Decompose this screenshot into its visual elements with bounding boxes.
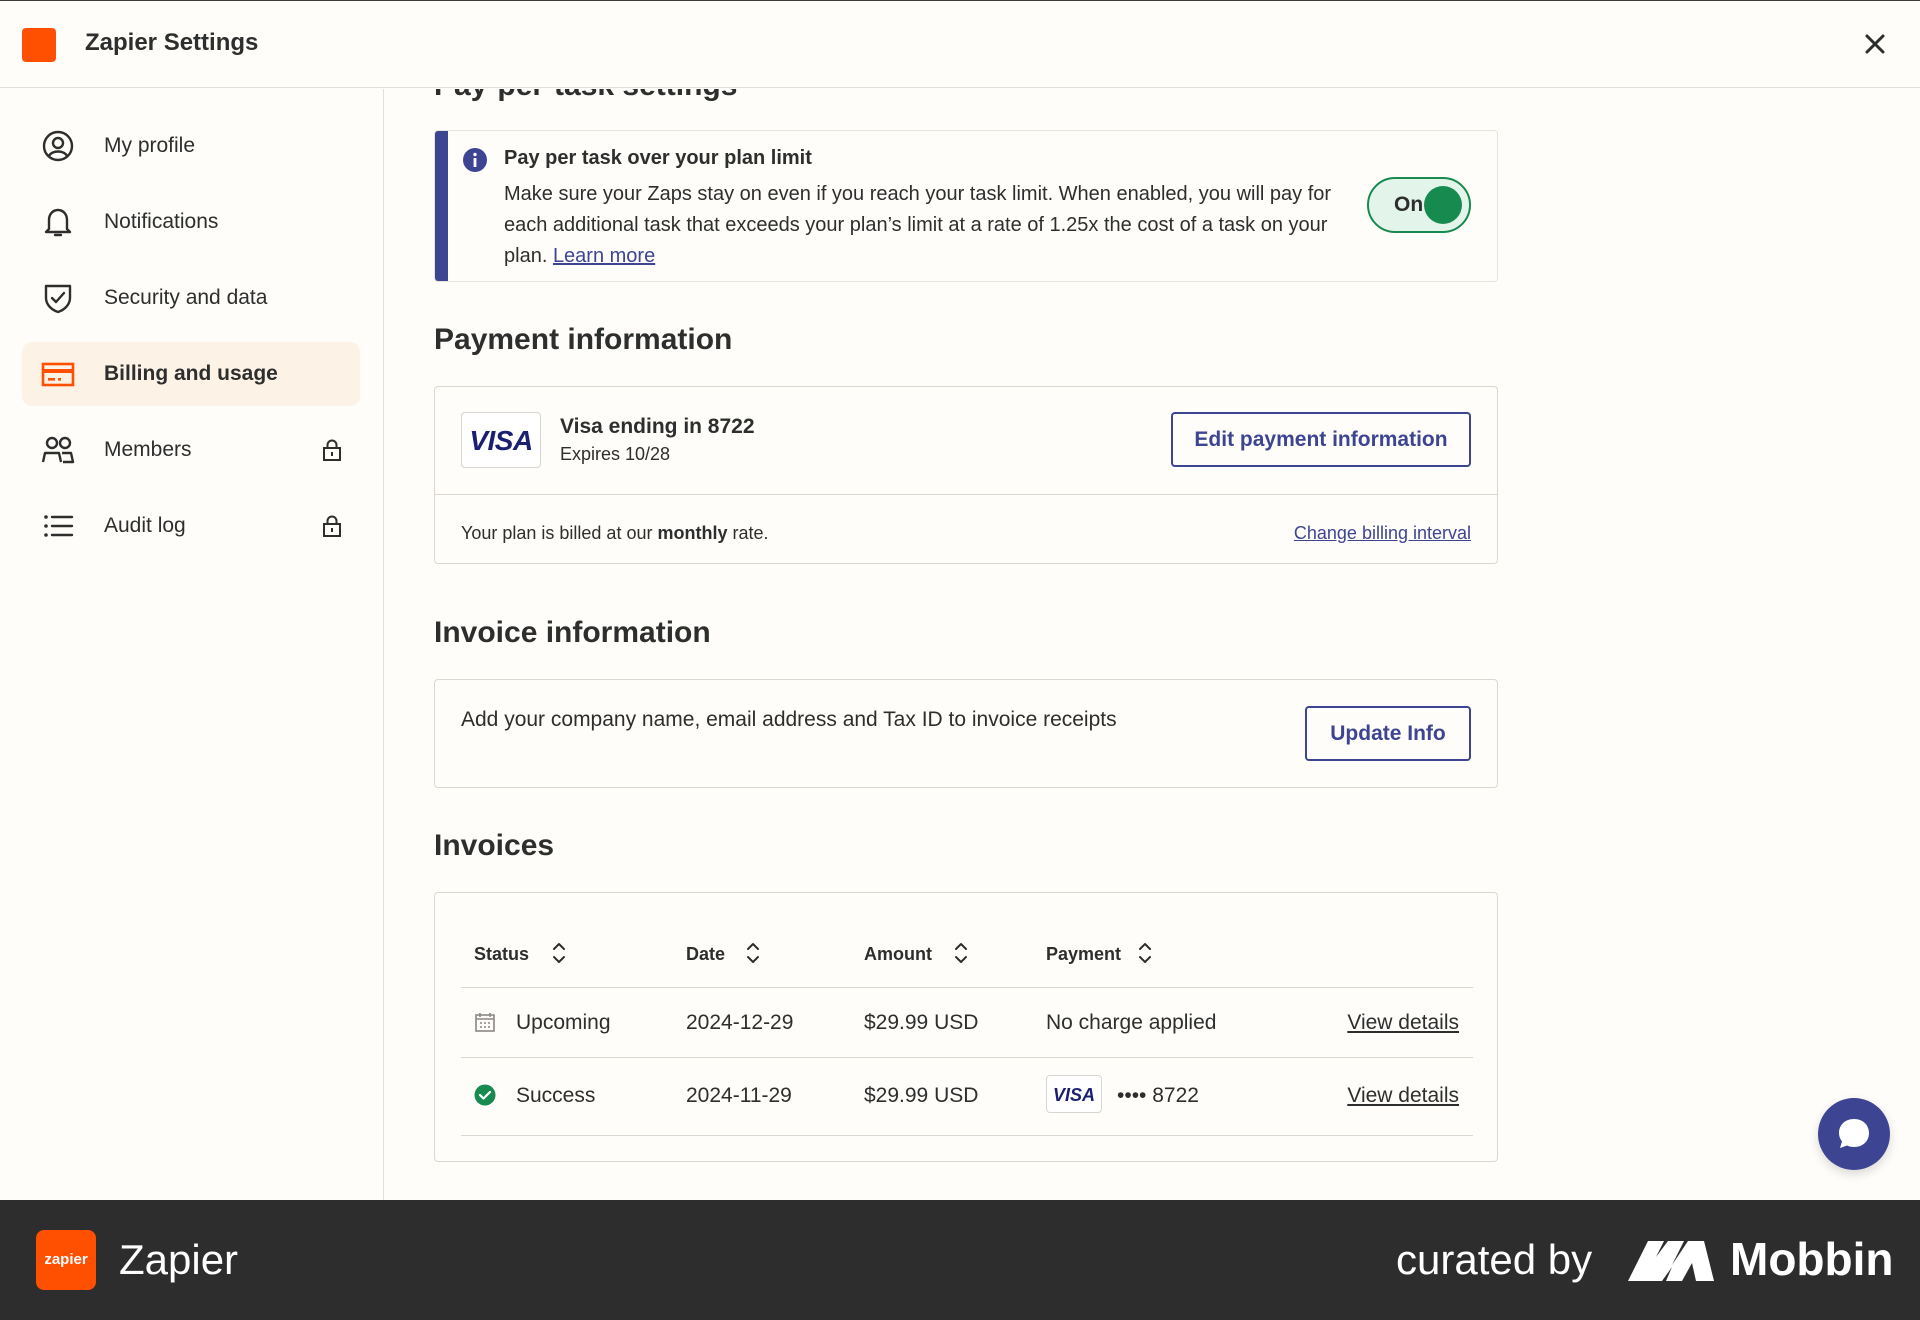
column-header-amount[interactable]: Amount [864, 944, 932, 965]
update-info-button[interactable]: Update Info [1305, 706, 1471, 761]
invoices-title: Invoices [434, 829, 555, 862]
invoice-date: 2024-11-29 [686, 1084, 792, 1107]
view-details-link[interactable]: View details [1347, 1084, 1459, 1108]
zapier-logo-icon [22, 28, 56, 62]
column-header-status[interactable]: Status [474, 944, 529, 965]
visa-logo-text: VISA [469, 425, 533, 456]
payment-card: VISA Visa ending in 8722 Expires 10/28 E… [434, 386, 1498, 564]
column-header-date[interactable]: Date [686, 944, 725, 965]
sidebar-item-label: Billing and usage [104, 362, 278, 385]
zapier-logo-text: zapier [44, 1251, 88, 1268]
chat-support-button[interactable] [1818, 1098, 1890, 1170]
invoice-date: 2024-12-29 [686, 1011, 794, 1034]
bell-icon [44, 208, 72, 237]
check-circle-icon [474, 1084, 496, 1106]
alert-title: Pay per task over your plan limit [504, 147, 812, 169]
sort-icon[interactable] [1135, 939, 1155, 967]
card-expiry: Expires 10/28 [560, 444, 671, 464]
sidebar-item-audit-log[interactable]: Audit log [22, 494, 360, 558]
invoice-amount: $29.99 USD [864, 1011, 979, 1034]
status-text: Success [516, 1084, 596, 1107]
visa-logo: VISA [461, 412, 541, 468]
lock-icon [323, 515, 341, 537]
visa-logo: VISA [1046, 1075, 1102, 1113]
billed-prefix: Your plan is billed at our [461, 523, 658, 543]
lock-icon [323, 439, 341, 461]
settings-header: Zapier Settings [0, 0, 1920, 88]
card-name: Visa ending in 8722 [560, 415, 755, 438]
calendar-icon [475, 1013, 495, 1032]
footer-curated-by: curated by [1396, 1236, 1593, 1283]
chat-bubble-icon [1839, 1119, 1869, 1148]
column-header-payment[interactable]: Payment [1046, 944, 1121, 965]
sidebar-item-label: Members [104, 438, 192, 461]
shield-check-icon [44, 284, 72, 314]
page-title: Zapier Settings [85, 29, 259, 56]
sort-icon[interactable] [549, 939, 569, 967]
sidebar-item-billing[interactable]: Billing and usage [22, 342, 360, 406]
info-icon [463, 148, 487, 172]
sort-icon[interactable] [743, 939, 763, 967]
alert-accent-bar [435, 131, 448, 281]
change-billing-interval-link[interactable]: Change billing interval [1294, 523, 1471, 544]
sidebar-item-label: Security and data [104, 286, 268, 309]
billed-interval: monthly [657, 523, 728, 543]
toggle-label: On [1394, 193, 1424, 216]
list-icon [44, 515, 74, 537]
invoice-amount: $29.99 USD [864, 1084, 979, 1107]
pay-per-task-alert: Pay per task over your plan limit Make s… [434, 130, 1498, 282]
users-icon [41, 436, 75, 464]
close-icon[interactable] [1860, 29, 1890, 59]
row-divider [461, 1057, 1473, 1058]
user-circle-icon [42, 130, 74, 162]
zapier-app-logo: zapier [36, 1230, 96, 1290]
invoice-payment: •••• 8722 [1117, 1084, 1199, 1107]
toggle-knob [1424, 186, 1462, 224]
payment-information-title: Payment information [434, 323, 733, 356]
mobbin-logo-icon [1628, 1241, 1714, 1281]
sidebar-item-label: Notifications [104, 210, 219, 233]
learn-more-link[interactable]: Learn more [553, 245, 655, 267]
pay-per-task-toggle[interactable]: On [1367, 177, 1471, 233]
status-text: Upcoming [516, 1011, 611, 1034]
row-divider [461, 1135, 1473, 1136]
settings-sidebar: My profile Notifications Security and da… [0, 89, 384, 1200]
sidebar-item-label: My profile [104, 134, 196, 157]
visa-logo-text: VISA [1052, 1085, 1095, 1105]
billing-interval-text: Your plan is billed at our monthly rate. [461, 523, 769, 544]
sort-icon[interactable] [951, 939, 971, 967]
mobbin-footer: zapier Zapier curated by Mobbin [0, 1200, 1920, 1320]
invoice-info-description: Add your company name, email address and… [461, 708, 1117, 731]
sidebar-item-security[interactable]: Security and data [22, 266, 360, 330]
footer-brand: Mobbin [1730, 1233, 1894, 1285]
view-details-link[interactable]: View details [1347, 1011, 1459, 1035]
card-divider [435, 494, 1497, 495]
sidebar-item-members[interactable]: Members [22, 418, 360, 482]
alert-body: Make sure your Zaps stay on even if you … [504, 179, 1364, 272]
billed-suffix: rate. [727, 523, 769, 543]
pay-per-task-heading: Pay-per-task settings [434, 89, 737, 103]
invoices-table: Status Date Amount Payment Upcoming 2024… [434, 892, 1498, 1162]
billing-content: Pay-per-task settings Pay per task over … [385, 89, 1920, 1200]
footer-app-name: Zapier [119, 1236, 239, 1283]
invoice-info-card: Add your company name, email address and… [434, 679, 1498, 788]
edit-payment-button[interactable]: Edit payment information [1171, 412, 1471, 467]
sidebar-item-my-profile[interactable]: My profile [22, 114, 360, 178]
invoice-information-title: Invoice information [434, 616, 711, 649]
invoice-payment: No charge applied [1046, 1011, 1217, 1034]
row-divider [461, 987, 1473, 988]
sidebar-item-notifications[interactable]: Notifications [22, 190, 360, 254]
sidebar-item-label: Audit log [104, 514, 186, 537]
credit-card-icon [41, 362, 75, 387]
